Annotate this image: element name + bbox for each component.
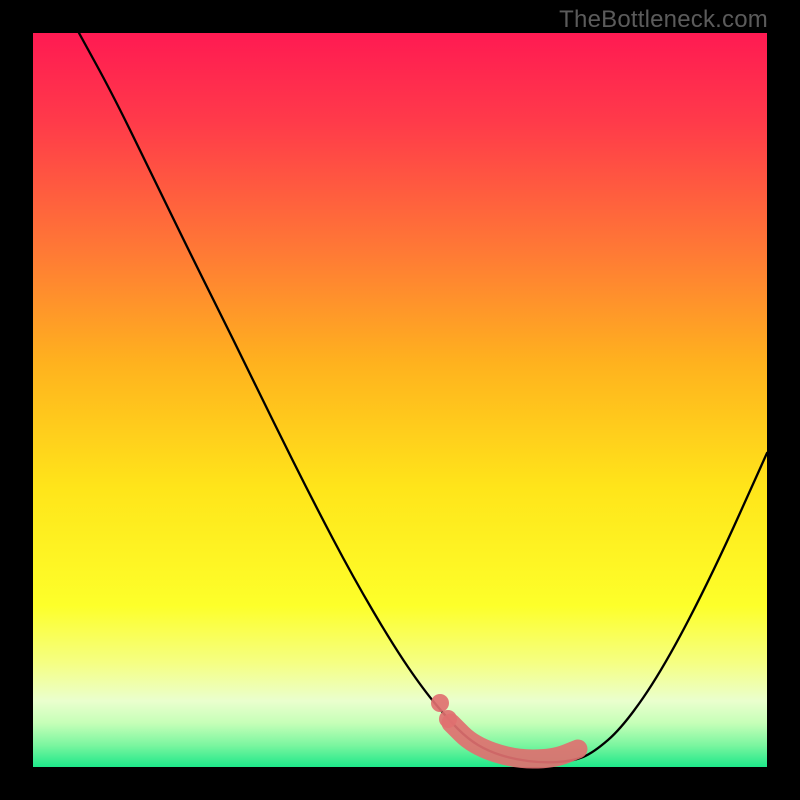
bottleneck-curve [79, 33, 767, 762]
highlight-dot [431, 694, 449, 712]
valley-highlight [451, 723, 578, 759]
chart-overlay [33, 33, 767, 767]
watermark-text: TheBottleneck.com [559, 6, 768, 34]
